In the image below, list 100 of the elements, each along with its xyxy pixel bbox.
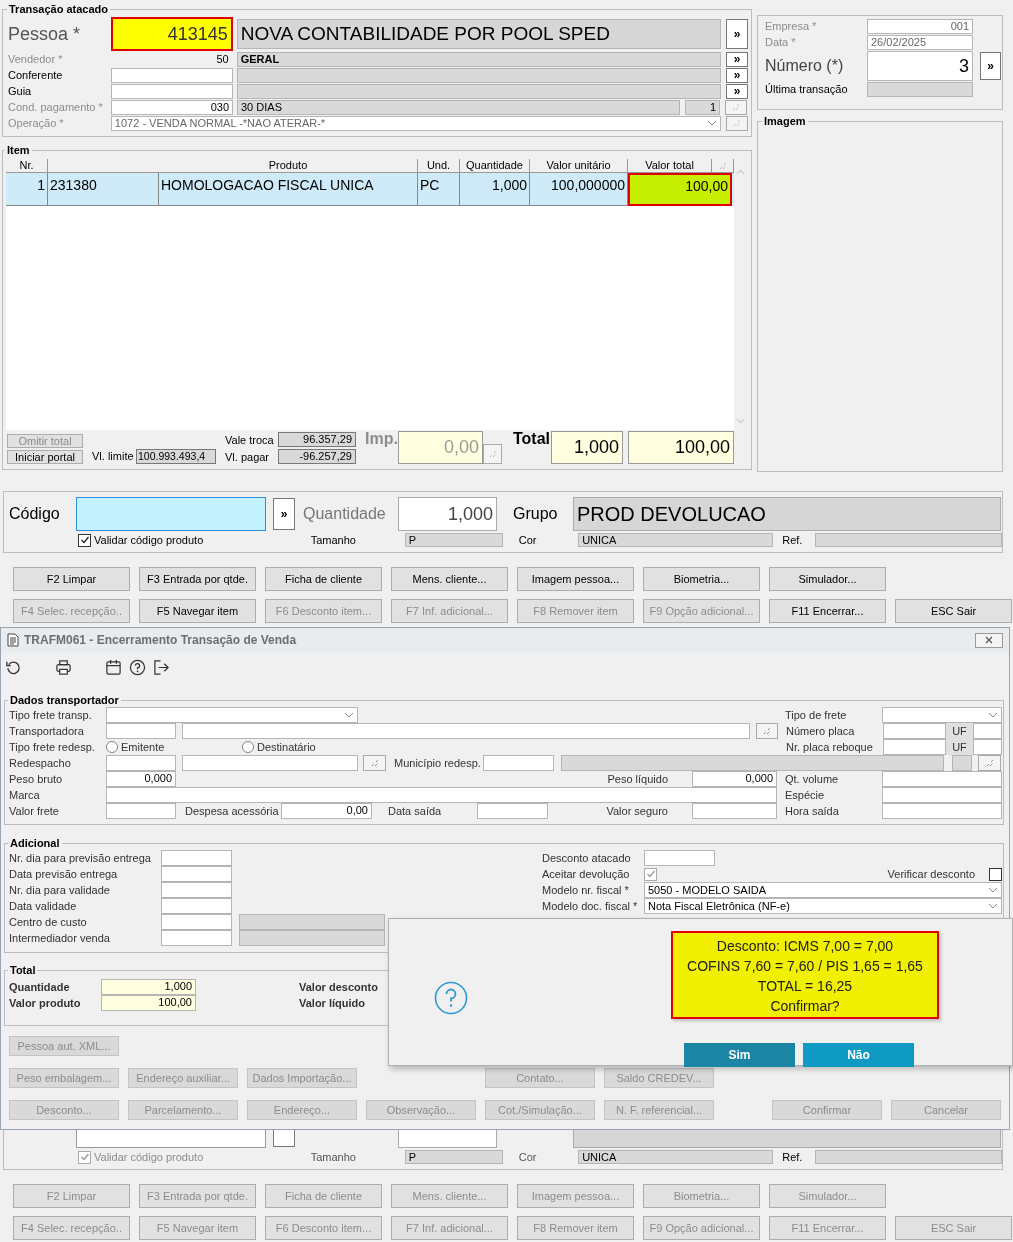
field-label: Número placa (786, 725, 856, 737)
freight-kind-dropdown[interactable] (882, 707, 1002, 723)
number-field[interactable]: 3 (867, 50, 973, 81)
radio-label[interactable]: Destinatário (257, 741, 316, 753)
lookup-button[interactable] (483, 444, 502, 464)
field-label: Valor líquido (299, 997, 366, 1009)
function-button[interactable]: F11 Encerrar... (769, 599, 886, 623)
lookup-button[interactable] (756, 723, 778, 739)
portal-button[interactable]: Iniciar portal (7, 450, 83, 464)
input-field[interactable] (161, 898, 232, 914)
name-field: GERAL (236, 51, 722, 67)
function-button[interactable]: F2 Limpar (13, 567, 130, 591)
checkbox[interactable] (644, 867, 657, 881)
freight-value-field[interactable] (106, 803, 176, 819)
code-field[interactable] (110, 67, 233, 83)
ship-time-field[interactable] (882, 803, 1002, 819)
input-field[interactable] (161, 882, 232, 898)
help-icon[interactable] (129, 658, 146, 676)
dialog-button[interactable]: Sim (684, 1043, 795, 1067)
net-weight-field[interactable]: 0,000 (692, 771, 777, 787)
code-field[interactable] (110, 83, 233, 99)
radio-button[interactable] (106, 741, 118, 753)
fiscal-model-dropdown[interactable]: 5050 - MODELO SAIDA (644, 882, 1002, 898)
close-button[interactable] (975, 632, 1003, 648)
lookup-button[interactable] (978, 755, 1001, 771)
function-button[interactable]: Ficha de cliente (265, 567, 382, 591)
more-button[interactable]: » (726, 83, 748, 99)
input-field[interactable] (161, 914, 232, 930)
brand-field[interactable] (106, 787, 777, 803)
checkbox[interactable] (989, 867, 1002, 881)
radio-button[interactable] (242, 741, 254, 753)
more-button[interactable]: » (273, 498, 295, 530)
color-field: UNICA (578, 1150, 774, 1164)
dialog-button[interactable]: Não (803, 1043, 914, 1067)
function-button[interactable]: ESC Sair (895, 599, 1012, 623)
city-state-field (952, 755, 972, 771)
printer-icon[interactable] (55, 658, 72, 676)
gross-weight-field[interactable]: 0,000 (106, 771, 176, 787)
scroll-down-icon[interactable] (736, 418, 745, 424)
count-field: 1 (685, 99, 720, 115)
state-field[interactable] (973, 739, 1002, 755)
checkbox[interactable] (78, 533, 91, 547)
input-field[interactable] (161, 930, 232, 946)
state-field[interactable] (973, 723, 1002, 739)
function-button[interactable]: Imagem pessoa... (517, 567, 634, 591)
function-button[interactable]: F3 Entrada por qtde. (139, 567, 256, 591)
field-label: Valor frete (9, 805, 60, 817)
lookup-button[interactable] (725, 99, 747, 115)
city-code-field[interactable] (483, 755, 554, 771)
discount-field[interactable] (644, 850, 715, 866)
trailer-plate-field[interactable] (883, 739, 946, 755)
person-name-field: NOVA CONTABILIDADE POR POOL SPED (236, 19, 722, 49)
input-field[interactable] (161, 850, 232, 866)
more-button[interactable]: » (980, 51, 1001, 80)
group-title: Transação atacado (8, 3, 110, 16)
scroll-up-icon[interactable] (736, 169, 745, 175)
checkbox-label[interactable]: Validar código produto (94, 534, 204, 546)
carrier-code-field[interactable] (106, 723, 176, 739)
checkbox[interactable] (78, 1150, 91, 1164)
redispatch-code-field[interactable] (106, 755, 176, 771)
field-label: Despesa acessória (185, 805, 280, 817)
lookup-button[interactable] (363, 755, 386, 771)
function-button[interactable]: F5 Navegar item (139, 599, 256, 623)
total-value-field: 100,00 (628, 431, 734, 464)
field-label: Tipo frete redesp. (9, 741, 96, 753)
function-button[interactable]: Biometria... (643, 567, 760, 591)
freight-type-dropdown[interactable] (106, 707, 358, 723)
function-button[interactable]: Mens. cliente... (391, 567, 508, 591)
redispatch-name-field[interactable] (182, 755, 358, 771)
field-label: Aceitar devolução (542, 868, 631, 880)
code-input[interactable] (76, 497, 266, 531)
plate-field[interactable] (883, 723, 946, 739)
volume-field[interactable] (882, 771, 1002, 787)
quantity-field[interactable]: 1,000 (398, 497, 497, 531)
radio-label[interactable]: Emitente (121, 741, 165, 753)
exit-icon[interactable] (153, 658, 170, 676)
calendar-icon[interactable] (105, 658, 122, 676)
lookup-button[interactable] (726, 115, 748, 131)
field-label: Município redesp. (394, 757, 482, 769)
document-model-dropdown[interactable]: Nota Fiscal Eletrônica (NF-e) (644, 898, 1002, 914)
field-label: Data saída (388, 805, 443, 817)
field-label: Vale troca (225, 433, 275, 446)
field-label: Modelo doc. fiscal * (542, 900, 639, 912)
insurance-field[interactable] (692, 803, 777, 819)
extra-expense-field[interactable]: 0,00 (281, 803, 372, 819)
input-field[interactable] (161, 866, 232, 882)
chevron-down-icon (344, 712, 354, 718)
person-code-field[interactable]: 413145 (110, 17, 233, 51)
group-title: Adicional (9, 837, 61, 850)
dots-icon (731, 102, 741, 112)
more-button[interactable]: » (726, 19, 748, 49)
group-title: Dados transportador (9, 694, 120, 707)
field-label: Modelo nr. fiscal * (542, 884, 630, 896)
species-field[interactable] (882, 787, 1002, 803)
tax-field: 0,00 (398, 431, 483, 464)
carrier-name-field[interactable] (182, 723, 750, 739)
function-button[interactable]: Simulador... (769, 567, 886, 591)
table-row[interactable]: 1 231380 HOMOLOGACAO FISCAL UNICA PC 1,000 100,000000 100,00 (6, 173, 734, 206)
more-button[interactable]: » (726, 67, 748, 83)
ship-date-field[interactable] (477, 803, 548, 819)
